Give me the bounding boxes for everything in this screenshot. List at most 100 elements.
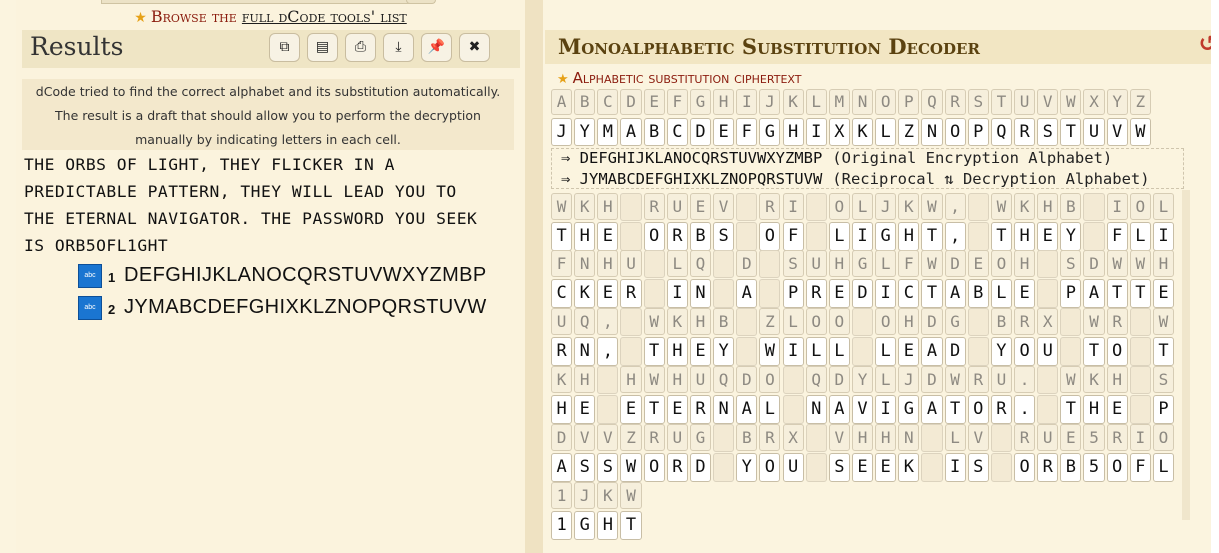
alphabet-plain-input[interactable]: N [921,118,943,146]
results-decrypted-text[interactable]: THE ORBS OF LIGHT, THEY FLICKER IN A PRE… [24,151,514,259]
alphabet-plain-input[interactable]: A [620,118,642,146]
grid-plain-cell[interactable]: O [643,222,665,251]
alphabet-plain-input[interactable]: T [1060,118,1082,146]
grid-plain-cell[interactable]: H [666,337,688,366]
grid-plain-cell[interactable]: B [967,279,989,308]
grid-plain-cell[interactable]: R [620,279,642,308]
grid-plain-cell[interactable]: L [805,337,827,366]
alphabet-plain-input[interactable]: I [805,118,827,146]
grid-plain-cell[interactable]: O [967,395,989,424]
alphabet-plain-input[interactable]: V [1106,118,1128,146]
alphabet-plain-input[interactable]: G [759,118,781,146]
grid-plain-cell[interactable]: T [620,511,642,540]
close-button[interactable]: ✖ [459,33,490,62]
grid-plain-cell[interactable]: R [666,222,688,251]
abc-icon[interactable]: abc [78,264,102,288]
alphabet-plain-input[interactable]: D [689,118,712,146]
grid-plain-cell[interactable]: V [851,395,874,424]
grid-plain-cell[interactable]: U [1037,337,1059,366]
grid-plain-cell[interactable]: R [1037,453,1059,482]
grid-plain-cell[interactable]: E [689,337,712,366]
grid-plain-cell[interactable]: P [782,279,804,308]
grid-plain-cell[interactable]: T [1129,279,1151,308]
alphabet-plain-input[interactable]: Y [574,118,596,146]
grid-plain-cell[interactable]: T [944,395,966,424]
grid-plain-cell[interactable]: . [1014,395,1036,424]
grid-plain-cell[interactable]: O [643,453,665,482]
alphabet-plain-input[interactable]: H [782,118,804,146]
alphabet-plain-input[interactable]: X [828,118,850,146]
grid-plain-cell[interactable]: A [1083,279,1105,308]
alphabet-plain-input[interactable]: L [875,118,897,146]
grid-plain-cell[interactable]: F [1129,453,1151,482]
grid-plain-cell[interactable]: G [898,395,920,424]
alphabet-plain-input[interactable]: U [1083,118,1105,146]
grid-plain-cell[interactable]: L [1129,222,1151,251]
grid-plain-cell[interactable]: Y [1060,222,1082,251]
grid-plain-cell[interactable]: K [574,279,596,308]
alphabet-plain-input[interactable]: O [944,118,966,146]
grid-plain-cell[interactable]: D [689,453,712,482]
grid-plain-cell[interactable]: , [597,337,619,366]
grid-plain-cell[interactable]: B [1060,453,1082,482]
grid-plain-cell[interactable]: Y [713,337,735,366]
print-button[interactable]: ⎙ [345,33,376,62]
grid-plain-cell[interactable]: H [574,222,596,251]
grid-plain-cell[interactable]: S [967,453,989,482]
grid-plain-cell[interactable]: E [666,395,688,424]
grid-plain-cell[interactable]: O [1106,337,1128,366]
browse-tools-link[interactable]: ★ Browse the full dCode tools' list [16,7,525,26]
grid-plain-cell[interactable]: O [1014,453,1036,482]
grid-plain-cell[interactable]: T [1060,395,1082,424]
grid-plain-cell[interactable]: F [782,222,804,251]
grid-plain-cell[interactable]: E [1037,222,1059,251]
grid-plain-cell[interactable]: L [1152,453,1175,482]
grid-plain-cell[interactable]: E [1014,279,1036,308]
grid-plain-cell[interactable]: I [875,395,897,424]
grid-plain-cell[interactable]: L [875,337,897,366]
grid-plain-cell[interactable]: E [1152,279,1175,308]
grid-plain-cell[interactable]: T [551,222,573,251]
alphabet-plain-input[interactable]: K [851,118,874,146]
grid-plain-cell[interactable]: E [574,395,596,424]
grid-plain-cell[interactable]: P [1152,395,1175,424]
grid-plain-cell[interactable]: S [597,453,619,482]
alphabet-plain-input[interactable]: P [967,118,989,146]
grid-plain-cell[interactable]: O [759,222,781,251]
grid-plain-cell[interactable]: G [574,511,596,540]
grid-plain-cell[interactable]: O [1106,453,1128,482]
grid-plain-cell[interactable]: E [851,453,874,482]
grid-plain-cell[interactable]: B [689,222,712,251]
grid-plain-cell[interactable]: Y [736,453,758,482]
grid-plain-cell[interactable]: G [875,222,897,251]
grid-plain-cell[interactable]: C [898,279,920,308]
download-button[interactable]: ⤓ [383,33,414,62]
grid-plain-cell[interactable]: 1 [551,511,573,540]
grid-plain-cell[interactable]: E [620,395,642,424]
grid-plain-cell[interactable]: L [828,222,850,251]
grid-plain-cell[interactable]: A [944,279,966,308]
grid-plain-cell[interactable]: W [759,337,781,366]
alphabet-plain-input[interactable]: J [551,118,573,146]
grid-plain-cell[interactable]: T [1083,337,1105,366]
grid-plain-cell[interactable]: E [828,279,850,308]
copy-button[interactable]: ⧉ [269,33,300,62]
grid-plain-cell[interactable]: P [1060,279,1082,308]
grid-plain-cell[interactable]: E [597,222,619,251]
grid-plain-cell[interactable]: A [921,337,943,366]
clipboard-button[interactable]: ▤ [307,33,338,62]
grid-plain-cell[interactable]: D [851,279,874,308]
grid-plain-cell[interactable]: W [620,453,642,482]
grid-plain-cell[interactable]: T [921,279,943,308]
grid-plain-cell[interactable]: A [921,395,943,424]
grid-plain-cell[interactable]: T [643,337,665,366]
grid-plain-cell[interactable]: I [1152,222,1175,251]
grid-plain-cell[interactable]: T [643,395,665,424]
grid-plain-cell[interactable]: O [759,453,781,482]
grid-plain-cell[interactable]: T [990,222,1012,251]
grid-plain-cell[interactable]: S [713,222,735,251]
grid-plain-cell[interactable]: S [574,453,596,482]
grid-plain-cell[interactable]: I [944,453,966,482]
full-tools-list-link[interactable]: full dCode tools' list [242,7,407,26]
grid-plain-cell[interactable]: R [805,279,827,308]
